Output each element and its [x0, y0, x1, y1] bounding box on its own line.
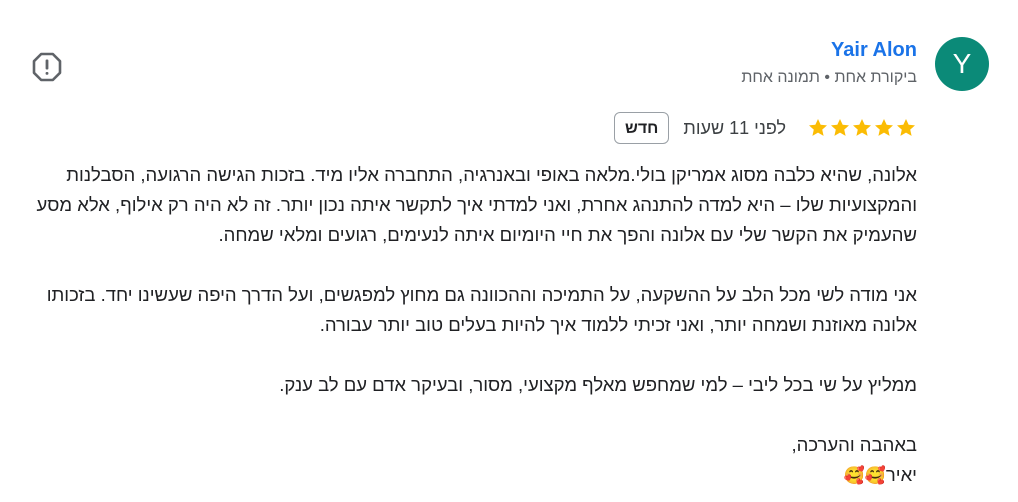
- closing-line: באהבה והערכה,: [791, 434, 917, 455]
- review-text: אלונה, שהיא כלבה מסוג אמריקן בולי.מלאה ב…: [27, 160, 918, 491]
- review-paragraph-1: אלונה, שהיא כלבה מסוג אמריקן בולי.מלאה ב…: [36, 164, 918, 245]
- star-rating: [807, 117, 917, 139]
- star-icon: [895, 117, 917, 139]
- new-badge: חדש: [613, 112, 670, 144]
- reviewer-avatar[interactable]: Y: [935, 37, 989, 91]
- star-icon: [873, 117, 895, 139]
- report-flag-icon: [32, 52, 62, 82]
- review-time: לפני 11 שעות: [683, 117, 786, 138]
- review-closing: באהבה והערכה, יאיר🥰🥰: [27, 430, 917, 491]
- star-icon: [851, 117, 873, 139]
- report-review-button[interactable]: [31, 51, 63, 83]
- rating-row: לפני 11 שעות חדש: [613, 110, 917, 146]
- reviewer-name-link[interactable]: Yair Alon: [831, 39, 917, 62]
- signature-name: יאיר: [885, 464, 917, 485]
- review-paragraph-2: אני מודה לשי מכל הלב על ההשקעה, על התמיכ…: [46, 284, 917, 335]
- signature-emoji: 🥰🥰: [843, 466, 886, 485]
- review-card: Y Yair Alon ביקורת אחת • תמונה אחת לפני …: [0, 0, 1018, 502]
- star-icon: [829, 117, 851, 139]
- reviewer-meta: ביקורת אחת • תמונה אחת: [741, 69, 917, 86]
- review-paragraph-3: ממליץ על שי בכל ליבי – למי שמחפש מאלף מק…: [279, 374, 917, 395]
- star-icon: [807, 117, 829, 139]
